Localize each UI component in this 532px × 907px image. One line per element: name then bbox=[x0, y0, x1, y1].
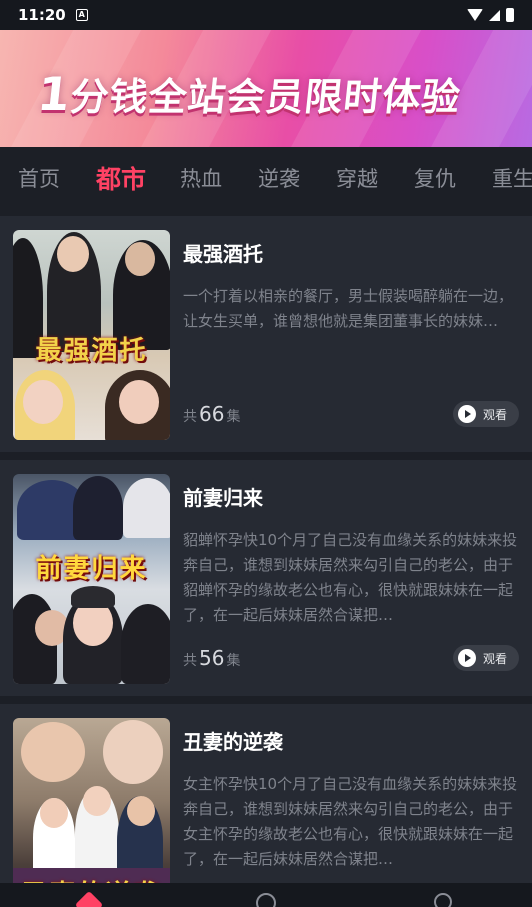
episode-count-prefix: 共 bbox=[183, 653, 197, 669]
watch-button[interactable]: 观看 bbox=[453, 645, 519, 671]
tab-home[interactable]: 首页 bbox=[18, 163, 60, 193]
a-icon: A bbox=[75, 9, 88, 21]
banner-text: 1分钱全站会员限时体验 bbox=[35, 66, 464, 121]
signal-icon bbox=[489, 9, 500, 21]
drama-title[interactable]: 前妻归来 bbox=[183, 482, 519, 511]
wifi-icon bbox=[467, 9, 483, 21]
poster-title: 前妻归来 bbox=[35, 554, 148, 584]
tab-urban[interactable]: 都市 bbox=[96, 160, 146, 196]
poster-title: 最强酒托 bbox=[35, 336, 148, 366]
drama-title[interactable]: 丑妻的逆袭 bbox=[183, 726, 519, 755]
watch-label: 观看 bbox=[483, 407, 508, 422]
drama-description: 女主怀孕快10个月了自己没有血缘关系的妹妹来投奔自己，谁想到妹妹居然来勾引自己的… bbox=[183, 775, 518, 868]
status-bar: 11:20 A bbox=[0, 0, 532, 30]
drama-description: 一个打着以相亲的餐厅，男士假装喝醉躺在一边，让女生买单，谁曾想他就是集团董事长的… bbox=[183, 287, 514, 330]
promo-banner[interactable]: 1分钱全站会员限时体验 bbox=[0, 30, 532, 147]
drama-description: 貂蝉怀孕快10个月了自己没有血缘关系的妹妹来投奔自己，谁想到妹妹居然来勾引自己的… bbox=[183, 531, 518, 624]
play-icon bbox=[458, 649, 476, 667]
drama-poster[interactable]: 最强酒托 bbox=[13, 230, 170, 440]
search-icon[interactable] bbox=[434, 893, 452, 907]
episode-count-prefix: 共 bbox=[183, 409, 197, 425]
drama-card[interactable]: 最强酒托 最强酒托 一个打着以相亲的餐厅，男士假装喝醉躺在一边，让女生买单，谁曾… bbox=[0, 216, 532, 452]
status-time: 11:20 bbox=[18, 6, 66, 24]
drama-title[interactable]: 最强酒托 bbox=[183, 238, 519, 267]
tab-hot-blood[interactable]: 热血 bbox=[180, 163, 222, 193]
episode-count-suffix: 集 bbox=[226, 653, 241, 669]
bottom-nav bbox=[0, 883, 532, 907]
tab-counterattack[interactable]: 逆袭 bbox=[258, 163, 300, 193]
drama-card[interactable]: 前妻归来 前妻归来 貂蝉怀孕快10个月了自己没有血缘关系的妹妹来投奔自己，谁想到… bbox=[0, 460, 532, 696]
play-icon bbox=[458, 405, 476, 423]
drama-list: 最强酒托 最强酒托 一个打着以相亲的餐厅，男士假装喝醉躺在一边，让女生买单，谁曾… bbox=[0, 216, 532, 907]
tab-time-travel[interactable]: 穿越 bbox=[336, 163, 378, 193]
episode-count-number: 66 bbox=[199, 402, 225, 426]
tab-rebirth[interactable]: 重生 bbox=[492, 163, 532, 193]
tab-revenge[interactable]: 复仇 bbox=[414, 163, 456, 193]
watch-label: 观看 bbox=[483, 651, 508, 666]
battery-icon bbox=[506, 8, 514, 22]
home-icon[interactable] bbox=[74, 890, 104, 907]
episode-count: 共 66 集 bbox=[183, 402, 240, 426]
status-icons bbox=[467, 8, 514, 22]
banner-text-rest: 分钱全站会员限时体验 bbox=[68, 75, 463, 119]
category-tabs: 首页 都市 热血 逆袭 穿越 复仇 重生 bbox=[0, 147, 532, 209]
drama-poster[interactable]: 前妻归来 bbox=[13, 474, 170, 684]
watch-button[interactable]: 观看 bbox=[453, 401, 519, 427]
discover-icon[interactable] bbox=[256, 893, 276, 907]
episode-count-number: 56 bbox=[199, 646, 225, 670]
episode-count-suffix: 集 bbox=[226, 409, 241, 425]
episode-count: 共 56 集 bbox=[183, 646, 240, 670]
drama-poster[interactable]: 丑妻的逆袭 bbox=[13, 718, 170, 907]
drama-card[interactable]: 丑妻的逆袭 丑妻的逆袭 女主怀孕快10个月了自己没有血缘关系的妹妹来投奔自己，谁… bbox=[0, 704, 532, 907]
